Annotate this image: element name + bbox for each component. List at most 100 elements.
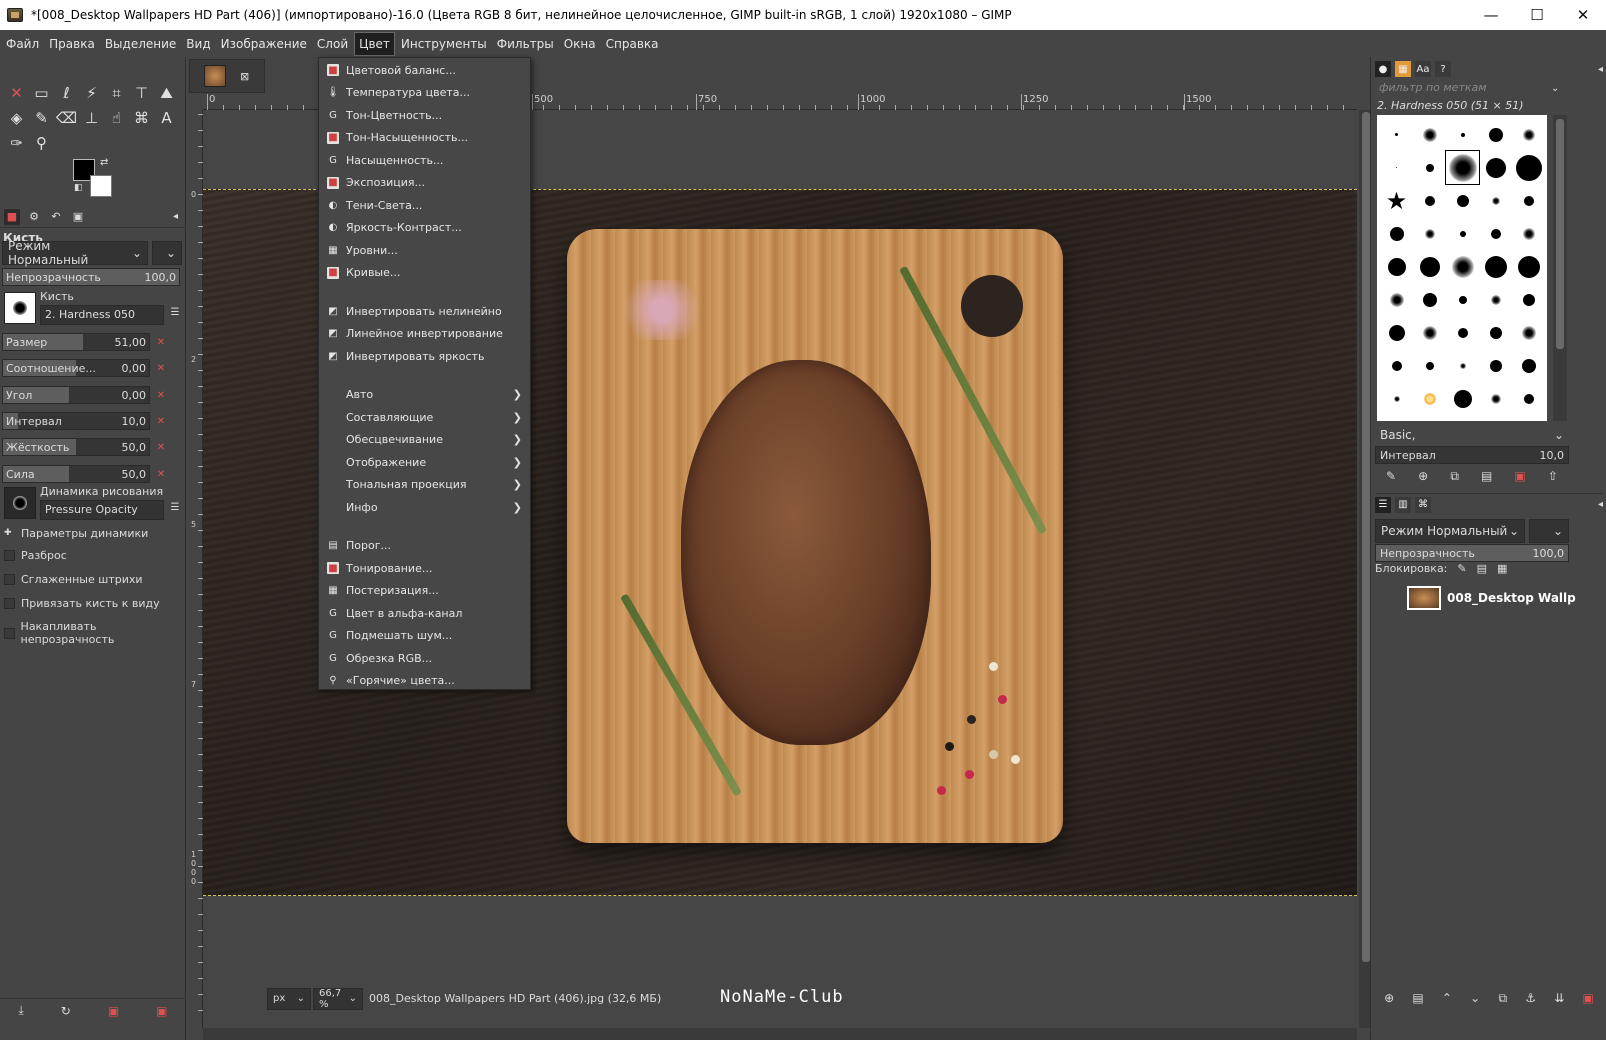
reset-slider-icon[interactable]: ✕ — [154, 466, 168, 482]
color-menu-item[interactable]: ▦ Уровни... — [319, 239, 530, 261]
scrollbar-thumb[interactable] — [1362, 112, 1370, 962]
brush-cell[interactable] — [1446, 283, 1479, 316]
color-menu-item[interactable]: ◩ Инвертировать нелинейно — [319, 300, 530, 322]
brush-cell[interactable] — [1413, 118, 1446, 151]
brush-cell[interactable] — [1479, 217, 1512, 250]
brush-cell[interactable] — [1380, 151, 1413, 184]
raise-layer-icon[interactable]: ⌃ — [1442, 991, 1452, 1005]
paths-tab-icon[interactable]: ⌘ — [1415, 496, 1431, 513]
patterns-tab-icon[interactable]: ▦ — [1395, 61, 1411, 77]
layer-opacity-slider[interactable]: Непрозрачность 100,0 — [1375, 544, 1569, 562]
lock-pixels-icon[interactable]: ✎ — [1457, 562, 1466, 575]
refresh-brushes-icon[interactable]: ⇧ — [1548, 469, 1558, 483]
duplicate-brush-icon[interactable]: ⧉ — [1450, 469, 1459, 484]
brush-cell[interactable] — [1512, 283, 1545, 316]
brush-cell[interactable] — [1446, 316, 1479, 349]
merge-layer-icon[interactable]: ⇊ — [1554, 991, 1564, 1005]
duplicate-layer-icon[interactable]: ⧉ — [1498, 991, 1507, 1006]
brushes-tab-icon[interactable]: ● — [1375, 61, 1391, 77]
brush-name-field[interactable]: 2. Hardness 050 — [40, 305, 164, 325]
brush-cell[interactable] — [1380, 349, 1413, 382]
maximize-button[interactable]: ☐ — [1514, 0, 1560, 30]
color-menu-item[interactable]: Тональная проекция ❯ — [319, 474, 530, 496]
fonts-tab-icon[interactable]: Aa — [1415, 61, 1431, 77]
crop-tool-icon[interactable]: ⌗ — [104, 81, 129, 104]
menu-6[interactable]: Цвет — [354, 31, 395, 56]
menu-4[interactable]: Изображение — [217, 33, 311, 55]
new-brush-icon[interactable]: ⊕ — [1418, 469, 1428, 483]
bucket-fill-tool-icon[interactable]: ◈ — [4, 106, 29, 129]
images-tab-icon[interactable]: ▣ — [70, 209, 86, 225]
brush-cell[interactable] — [1446, 250, 1479, 283]
layer-mode-select[interactable]: Режим Нормальный ⌄ — [1375, 519, 1525, 543]
brush-slider[interactable]: Угол 0,00 — [2, 386, 150, 404]
swap-colors-icon[interactable]: ⇄ — [100, 157, 108, 168]
brush-cell[interactable] — [1380, 250, 1413, 283]
paintbrush-tool-icon[interactable]: ✎ — [29, 106, 54, 129]
brushes-scrollbar[interactable] — [1553, 115, 1567, 421]
new-layer-group-icon[interactable]: ▤ — [1412, 991, 1423, 1005]
brush-grid[interactable]: ★ — [1377, 115, 1547, 421]
brush-cell[interactable] — [1413, 382, 1446, 415]
tool-options-tab-icon[interactable]: ■ — [4, 208, 20, 225]
menu-2[interactable]: Выделение — [101, 33, 180, 55]
brush-cell[interactable] — [1479, 250, 1512, 283]
dynamics-name-field[interactable]: Pressure Opacity — [40, 500, 164, 520]
brush-preview[interactable] — [4, 292, 36, 324]
color-menu-item[interactable]: G Подмешать шум... — [319, 625, 530, 647]
brush-cell[interactable] — [1512, 316, 1545, 349]
eraser-tool-icon[interactable]: ⌫ — [54, 106, 79, 129]
edit-brush-icon[interactable]: ✎ — [1386, 469, 1396, 483]
save-options-icon[interactable]: ⤓ — [18, 1003, 23, 1018]
brush-slider[interactable]: Соотношение... 0,00 — [2, 359, 150, 377]
color-menu-item[interactable]: ■ Тон-Насыщенность... — [319, 127, 530, 149]
minimize-button[interactable]: — — [1468, 0, 1514, 30]
brush-cell[interactable] — [1380, 217, 1413, 250]
menu-10[interactable]: Справка — [602, 33, 663, 55]
mode-extra-select[interactable]: ⌄ — [152, 241, 182, 265]
brush-cell[interactable] — [1380, 283, 1413, 316]
color-menu-item[interactable]: ■ Кривые... — [319, 262, 530, 284]
brush-cell[interactable] — [1479, 349, 1512, 382]
brush-cell[interactable] — [1512, 151, 1545, 184]
brush-cell[interactable] — [1413, 250, 1446, 283]
color-menu-item[interactable]: G Тон-Цветность... — [319, 104, 530, 126]
brush-slider[interactable]: Размер 51,00 — [2, 333, 150, 351]
horizontal-scrollbar[interactable] — [203, 1028, 1357, 1040]
color-picker-tool-icon[interactable]: ✑ — [4, 131, 29, 154]
color-menu-item[interactable]: Обесцвечивание ❯ — [319, 429, 530, 451]
color-menu-item[interactable]: ◐ Тени-Света... — [319, 194, 530, 216]
brush-option-checkbox[interactable]: ✚ Параметры динамики — [4, 527, 148, 540]
menu-1[interactable]: Правка — [45, 33, 99, 55]
brush-slider[interactable]: Жёсткость 50,0 — [2, 438, 150, 456]
menu-0[interactable]: Файл — [2, 33, 43, 55]
color-menu-item[interactable]: Отображение ❯ — [319, 451, 530, 473]
brush-cell[interactable] — [1512, 184, 1545, 217]
channels-tab-icon[interactable]: ▥ — [1395, 496, 1411, 513]
brush-cell[interactable] — [1446, 118, 1479, 151]
brush-edit-icon[interactable]: ☰ — [168, 304, 182, 320]
unit-select[interactable]: px ⌄ — [267, 987, 311, 1010]
zoom-select[interactable]: 66,7 % ⌄ — [313, 987, 363, 1010]
smudge-tool-icon[interactable]: ☝ — [104, 106, 129, 129]
brush-option-checkbox[interactable]: Привязать кисть к виду — [4, 597, 160, 610]
color-menu-item[interactable]: ⚲ «Горячие» цвета... — [319, 670, 530, 692]
menu-3[interactable]: Вид — [182, 33, 214, 55]
color-menu-item[interactable]: ◐ Яркость-Контраст... — [319, 217, 530, 239]
text-tool-icon[interactable]: A — [154, 106, 179, 129]
expand-icon[interactable]: ✚ — [4, 528, 15, 539]
restore-options-icon[interactable]: ↻ — [61, 1004, 71, 1018]
brush-cell[interactable] — [1479, 382, 1512, 415]
close-tab-icon[interactable]: ⊠ — [240, 70, 249, 83]
dock-menu-icon[interactable]: ◂ — [1598, 499, 1603, 510]
image-tab[interactable]: ⊠ — [189, 59, 265, 93]
layer-item[interactable]: 008_Desktop Wallp — [1407, 583, 1603, 613]
undo-history-tab-icon[interactable]: ↶ — [48, 209, 64, 225]
color-menu-item[interactable]: ■ Тонирование... — [319, 557, 530, 579]
brush-cell[interactable] — [1479, 283, 1512, 316]
checkbox[interactable] — [4, 574, 15, 585]
brush-cell[interactable] — [1512, 349, 1545, 382]
reset-slider-icon[interactable]: ✕ — [154, 360, 168, 376]
brush-cell[interactable] — [1446, 349, 1479, 382]
brush-tag-filter-input[interactable]: фильтр по меткам — [1375, 81, 1565, 99]
